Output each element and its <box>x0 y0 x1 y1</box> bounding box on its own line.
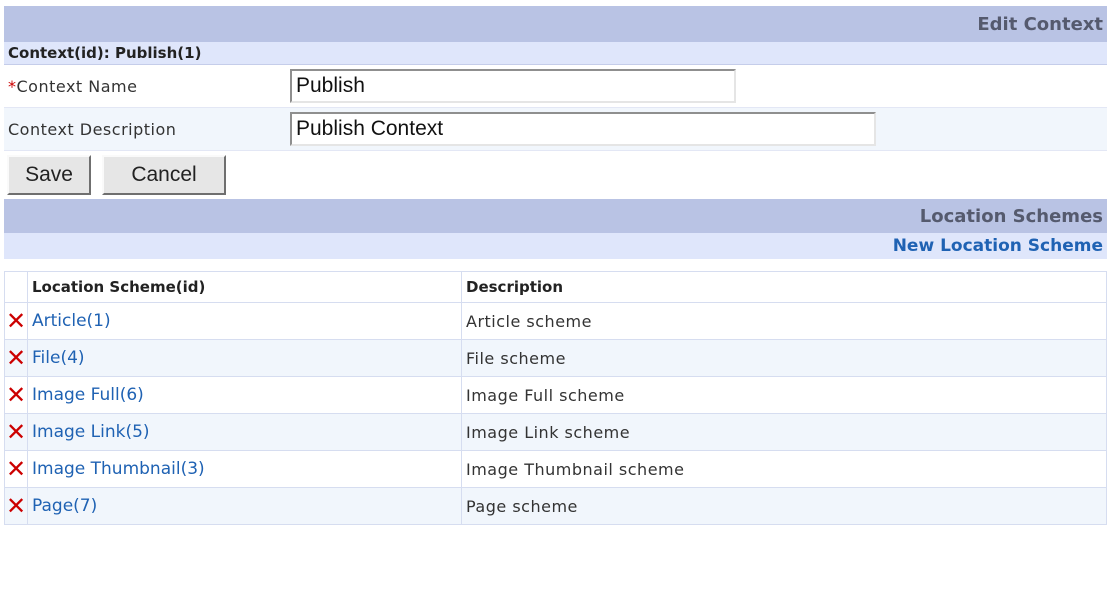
required-mark: * <box>8 76 17 96</box>
context-description-input[interactable] <box>290 112 876 146</box>
delete-icon[interactable]: ✕ <box>6 492 26 520</box>
location-schemes-title: Location Schemes <box>4 199 1107 233</box>
delete-icon[interactable]: ✕ <box>6 307 26 335</box>
cancel-button[interactable]: Cancel <box>102 155 226 195</box>
page-title: Edit Context <box>4 6 1107 42</box>
location-scheme-description: Image Link scheme <box>461 413 1107 451</box>
location-scheme-link[interactable]: Image Full(6) <box>32 385 144 405</box>
location-scheme-description: File scheme <box>461 339 1107 377</box>
location-scheme-link[interactable]: Article(1) <box>32 311 111 331</box>
context-name-input[interactable] <box>290 69 736 103</box>
delete-column-header <box>4 271 28 303</box>
save-button[interactable]: Save <box>7 155 91 195</box>
table-row: ✕ Image Thumbnail(3) Image Thumbnail sch… <box>4 450 1107 488</box>
column-header-location-scheme: Location Scheme(id) <box>27 271 462 303</box>
location-scheme-description: Image Full scheme <box>461 376 1107 414</box>
table-header-row: Location Scheme(id) Description <box>4 271 1107 303</box>
context-id-label: Context(id): Publish(1) <box>4 42 1107 65</box>
delete-icon[interactable]: ✕ <box>6 381 26 409</box>
new-location-scheme-link[interactable]: New Location Scheme <box>893 236 1103 256</box>
context-description-row: Context Description <box>4 108 1107 151</box>
table-row: ✕ File(4) File scheme <box>4 339 1107 377</box>
location-scheme-link[interactable]: Page(7) <box>32 496 97 516</box>
table-row: ✕ Page(7) Page scheme <box>4 487 1107 525</box>
location-scheme-description: Article scheme <box>461 302 1107 340</box>
table-row: ✕ Article(1) Article scheme <box>4 302 1107 340</box>
location-schemes-table: Location Scheme(id) Description ✕ Articl… <box>4 271 1107 525</box>
form-actions: Save Cancel <box>4 151 1107 199</box>
location-scheme-link[interactable]: Image Link(5) <box>32 422 150 442</box>
new-location-scheme-bar: New Location Scheme <box>4 233 1107 259</box>
location-scheme-link[interactable]: File(4) <box>32 348 85 368</box>
context-name-text: Context Name <box>16 76 138 96</box>
context-name-row: *Context Name <box>4 65 1107 108</box>
context-name-label: *Context Name <box>4 77 290 96</box>
delete-icon[interactable]: ✕ <box>6 344 26 372</box>
delete-icon[interactable]: ✕ <box>6 455 26 483</box>
location-scheme-description: Image Thumbnail scheme <box>461 450 1107 488</box>
delete-icon[interactable]: ✕ <box>6 418 26 446</box>
table-row: ✕ Image Full(6) Image Full scheme <box>4 376 1107 414</box>
location-scheme-description: Page scheme <box>461 487 1107 525</box>
edit-context-panel: Edit Context Context(id): Publish(1) *Co… <box>0 0 1111 602</box>
column-header-description: Description <box>461 271 1107 303</box>
table-row: ✕ Image Link(5) Image Link scheme <box>4 413 1107 451</box>
context-description-label: Context Description <box>8 119 177 139</box>
location-scheme-link[interactable]: Image Thumbnail(3) <box>32 459 205 479</box>
